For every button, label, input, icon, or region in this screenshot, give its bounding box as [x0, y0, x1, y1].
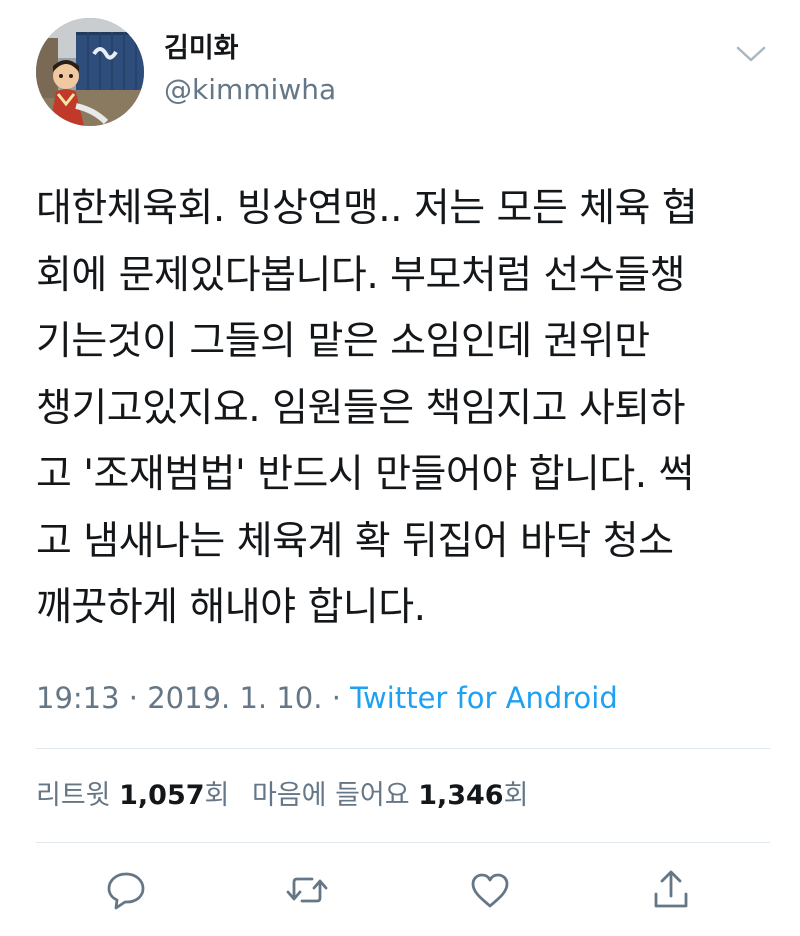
meta-separator: ·: [128, 681, 139, 715]
tweet-date: 2019. 1. 10.: [147, 681, 323, 715]
chevron-down-icon[interactable]: [734, 42, 768, 66]
heart-icon[interactable]: [468, 868, 512, 912]
tweet-meta: 19:13 · 2019. 1. 10. · Twitter for Andro…: [36, 678, 618, 718]
likes-label: 마음에 들어요: [251, 780, 410, 811]
meta-separator: ·: [331, 681, 341, 715]
retweets-label: 리트윗: [36, 780, 111, 811]
tweet-time: 19:13: [36, 681, 120, 715]
user-handle[interactable]: @kimmiwha: [164, 72, 336, 108]
share-icon[interactable]: [649, 868, 693, 912]
likes-count: 1,346: [418, 780, 504, 811]
avatar[interactable]: [36, 18, 144, 126]
engagement-stats: 리트윗 1,057회 마음에 들어요 1,346회: [36, 776, 528, 816]
likes-stat[interactable]: 마음에 들어요 1,346회: [252, 780, 528, 811]
tweet-text: 대한체육회. 빙상연맹.. 저는 모든 체육 협 회에 문제있다봅니다. 부모처…: [36, 186, 698, 630]
retweet-icon[interactable]: [285, 868, 329, 912]
divider: [36, 748, 770, 749]
retweets-suffix: 회: [204, 780, 230, 811]
tweet-source-link[interactable]: Twitter for Android: [350, 681, 618, 715]
reply-icon[interactable]: [104, 868, 148, 912]
retweets-stat[interactable]: 리트윗 1,057회: [36, 780, 229, 811]
divider: [36, 842, 770, 843]
likes-suffix: 회: [503, 780, 529, 811]
retweets-count: 1,057: [119, 780, 205, 811]
display-name[interactable]: 김미화: [164, 32, 239, 66]
